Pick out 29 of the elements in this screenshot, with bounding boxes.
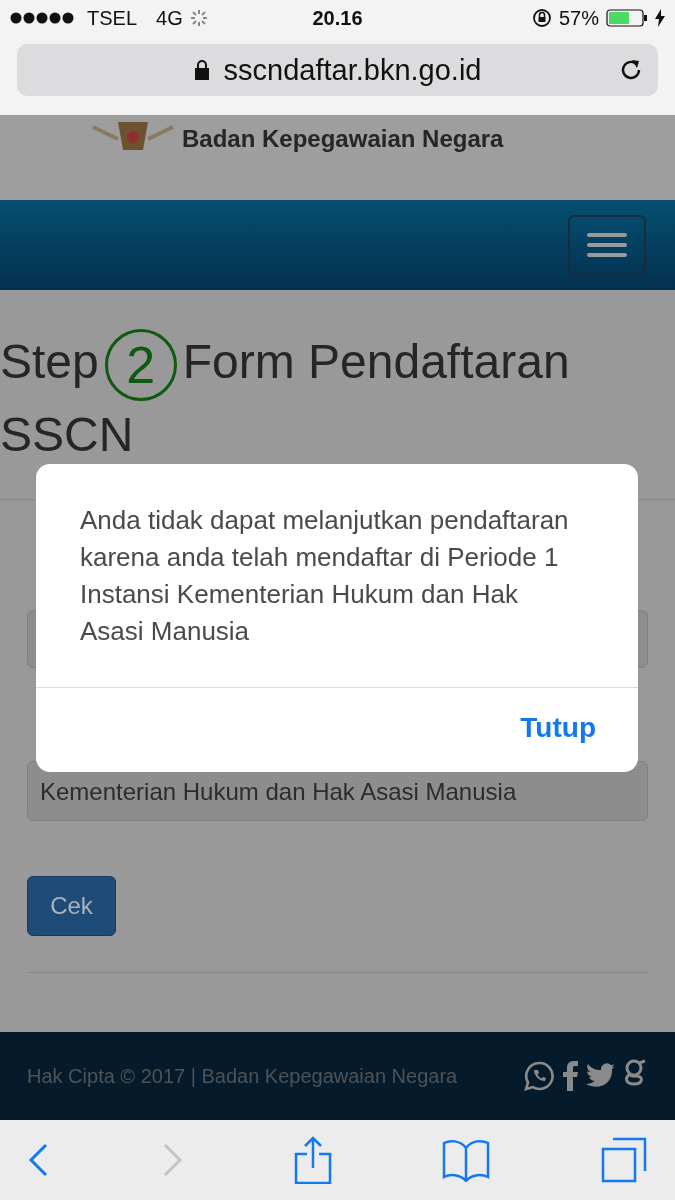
page-title: SSCN xyxy=(0,408,134,462)
network-label: 4G xyxy=(156,6,183,30)
step-label: Step xyxy=(0,335,99,388)
menu-button[interactable] xyxy=(568,215,646,275)
battery-icon xyxy=(606,9,648,27)
charging-icon xyxy=(655,9,665,27)
copyright-text: Hak Cipta © 2017 | Badan Kepegawaian Negara xyxy=(27,1064,458,1088)
address-bar[interactable]: sscndaftar.bkn.go.id xyxy=(17,44,658,96)
loading-spinner-icon xyxy=(189,9,208,27)
url-text: sscndaftar.bkn.go.id xyxy=(223,53,482,87)
rotation-lock-icon xyxy=(531,8,552,28)
tabs-icon[interactable] xyxy=(601,1137,647,1183)
menu-icon xyxy=(587,232,627,258)
organization-name: Badan Kepegawaian Negara xyxy=(182,125,504,153)
page-title: Form Pendaftaran xyxy=(182,335,570,388)
close-button[interactable]: Tutup xyxy=(520,712,596,744)
lock-icon xyxy=(193,60,210,80)
clock: 20.16 xyxy=(312,6,363,30)
bird-icon[interactable] xyxy=(586,1063,616,1089)
back-icon[interactable] xyxy=(28,1143,50,1177)
check-button[interactable]: Cek xyxy=(27,876,116,937)
share-icon[interactable] xyxy=(293,1136,332,1184)
step-number: 2 xyxy=(104,329,177,402)
whatsapp-icon[interactable] xyxy=(524,1061,554,1091)
battery-percent: 57% xyxy=(558,6,599,30)
carrier-label: TSEL xyxy=(87,6,138,30)
book-icon[interactable] xyxy=(442,1138,491,1182)
facebook-icon[interactable] xyxy=(562,1061,578,1091)
alert-message: Anda tidak dapat melanjutkan pendaftaran karena anda telah mendaftar di Periode 1 Instansi Kementerian Hukum dan Hak Asasi Manusia xyxy=(79,504,570,648)
